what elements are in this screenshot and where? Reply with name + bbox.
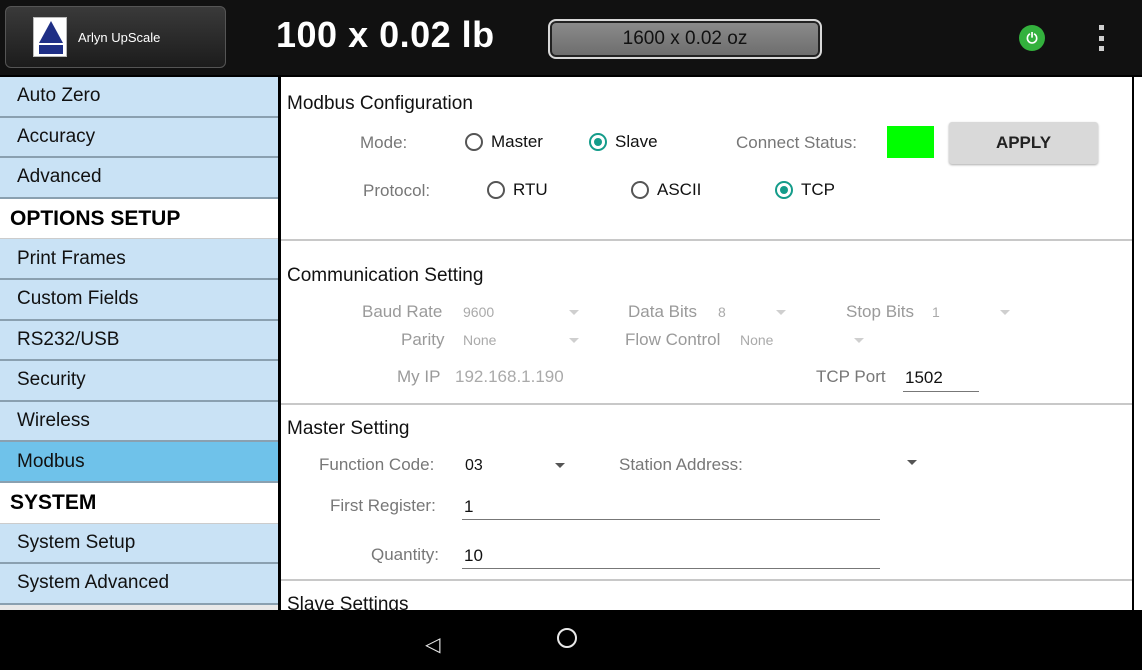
settings-sidebar: Auto Zero Accuracy Advanced OPTIONS SETU… [0,77,278,610]
protocol-tcp-label: TCP [801,180,835,199]
communication-setting-title: Communication Setting [287,265,484,286]
mode-slave-radio[interactable]: Slave [589,132,658,152]
mode-slave-label: Slave [615,132,658,151]
stop-bits-value[interactable]: 1 [932,304,940,320]
power-icon[interactable]: ⏻ [1019,25,1045,51]
mode-master-label: Master [491,132,543,151]
tcp-port-underline [903,391,979,392]
connect-status-indicator [887,126,934,158]
radio-checked-icon [589,133,607,151]
brand-button[interactable]: Arlyn UpScale [5,6,226,68]
mode-master-radio[interactable]: Master [465,132,543,152]
protocol-ascii-label: ASCII [657,180,702,199]
protocol-ascii-radio[interactable]: ASCII [631,180,701,200]
protocol-tcp-radio[interactable]: TCP [775,180,835,200]
radio-unchecked-icon [487,181,505,199]
chevron-down-icon[interactable] [555,463,565,468]
sidebar-item-auto-zero[interactable]: Auto Zero [0,77,278,118]
my-ip-value: 192.168.1.190 [455,367,564,386]
sidebar-item-print-frames[interactable]: Print Frames [0,239,278,280]
quantity-label: Quantity: [371,545,440,564]
brand-name: Arlyn UpScale [78,29,161,45]
chevron-down-icon[interactable] [907,460,917,465]
mode-label: Mode: [360,133,408,152]
radio-unchecked-icon [465,133,483,151]
first-register-label: First Register: [330,496,436,515]
quantity-input[interactable]: 10 [464,546,483,566]
sidebar-item-advanced[interactable]: Advanced [0,158,278,199]
master-setting-title: Master Setting [287,418,410,439]
home-icon[interactable] [557,628,577,648]
chevron-down-icon [1000,310,1010,315]
sidebar-item-system-advanced[interactable]: System Advanced [0,564,278,605]
sidebar-item-accuracy[interactable]: Accuracy [0,117,278,159]
function-code-label: Function Code: [319,455,435,474]
sidebar-item-modbus[interactable]: Modbus [0,442,278,483]
my-ip-label: My IP [397,367,441,386]
baud-rate-value[interactable]: 9600 [463,304,494,320]
protocol-label: Protocol: [363,181,431,200]
baud-rate-label: Baud Rate [362,302,443,321]
section-divider [281,239,1132,241]
arlyn-logo-icon [33,17,67,57]
section-divider [281,579,1132,581]
flow-control-label: Flow Control [625,330,721,349]
first-register-underline [462,519,880,520]
radio-unchecked-icon [631,181,649,199]
alt-weight-display[interactable]: 1600 x 0.02 oz [548,19,822,59]
modbus-config-title: Modbus Configuration [287,93,473,114]
chevron-down-icon [569,338,579,343]
protocol-rtu-radio[interactable]: RTU [487,180,548,200]
radio-checked-icon [775,181,793,199]
function-code-select[interactable]: 03 [465,457,483,475]
chevron-down-icon [569,310,579,315]
more-vert-icon[interactable] [1097,25,1105,51]
station-address-label: Station Address: [619,455,743,474]
sidebar-header-system: SYSTEM [0,482,278,524]
parity-label: Parity [401,330,445,349]
back-icon[interactable]: ◁ [425,632,440,657]
chevron-down-icon [776,310,786,315]
top-bar: Arlyn UpScale 100 x 0.02 lb 1600 x 0.02 … [0,0,1142,75]
section-divider [281,403,1132,405]
data-bits-label: Data Bits [628,302,697,321]
scrollbar[interactable] [1134,77,1142,610]
sidebar-item-custom-fields[interactable]: Custom Fields [0,279,278,321]
tcp-port-input[interactable]: 1502 [905,368,943,388]
parity-value[interactable]: None [463,332,496,348]
first-register-input[interactable]: 1 [464,497,473,517]
chevron-down-icon [854,338,864,343]
modbus-settings-panel: Modbus Configuration Mode: Master Slave … [281,77,1132,610]
slave-settings-title: Slave Settings [287,594,409,610]
sidebar-item-security[interactable]: Security [0,361,278,402]
quantity-underline [462,568,880,569]
sidebar-item-system-setup[interactable]: System Setup [0,523,278,565]
primary-weight-display: 100 x 0.02 lb [276,14,495,55]
apply-button[interactable]: APPLY [949,122,1098,164]
flow-control-value[interactable]: None [740,332,773,348]
data-bits-value[interactable]: 8 [718,304,726,320]
sidebar-header-options-setup: OPTIONS SETUP [0,198,278,240]
sidebar-item-wireless[interactable]: Wireless [0,401,278,443]
connect-status-label: Connect Status: [736,133,857,152]
sidebar-item-rs232-usb[interactable]: RS232/USB [0,320,278,362]
protocol-rtu-label: RTU [513,180,548,199]
stop-bits-label: Stop Bits [846,302,915,321]
tcp-port-label: TCP Port [816,367,886,386]
